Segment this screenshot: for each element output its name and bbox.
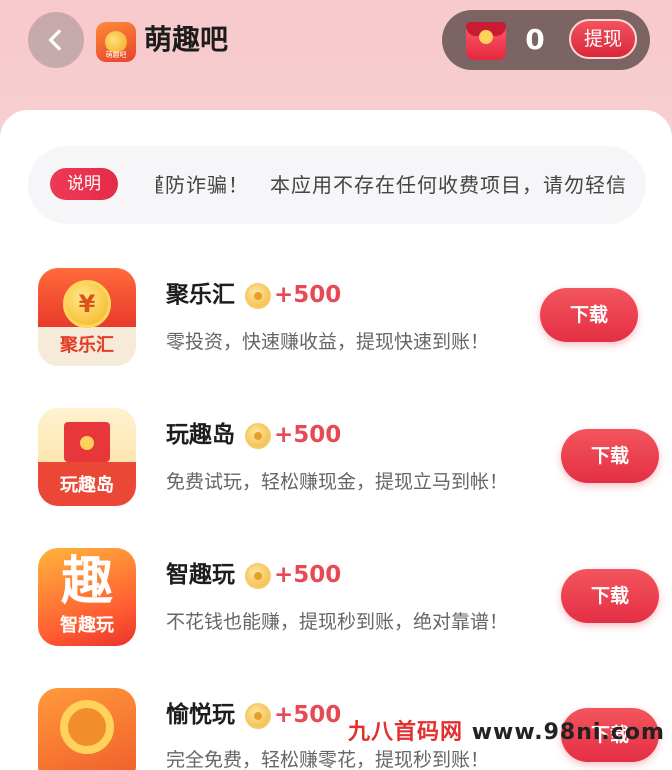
app-icon[interactable]: ¥ 聚乐汇 — [38, 268, 136, 366]
app-name: 聚乐汇 — [166, 282, 235, 308]
app-name: 玩趣岛 — [166, 422, 235, 448]
app-icon-caption: 聚乐汇 — [60, 335, 114, 356]
chevron-left-icon — [48, 29, 61, 51]
red-envelope-icon — [64, 422, 110, 462]
coin-icon — [245, 563, 271, 589]
coin-icon — [245, 423, 271, 449]
watermark-site-name: 九八首码网 — [348, 720, 464, 745]
withdraw-button[interactable]: 提现 — [569, 19, 637, 59]
notice-text: 谨防诈骗！ 本应用不存在任何收费项目，请勿轻信 — [156, 173, 627, 197]
red-envelope-icon — [466, 22, 506, 60]
notice-marquee-text: 谨防诈骗！ 本应用不存在任何收费项目，请勿轻信 — [156, 169, 646, 201]
download-button[interactable]: 下载 — [561, 429, 659, 483]
app-icon[interactable]: 趣 智趣玩 — [38, 548, 136, 646]
notice-badge: 说明 — [50, 168, 118, 200]
reward-amount: +500 — [274, 562, 342, 588]
coin-icon — [245, 283, 271, 309]
app-logo: 萌趣吧 — [96, 22, 136, 62]
download-button[interactable]: 下载 — [540, 288, 638, 342]
page-title: 萌趣吧 — [144, 23, 229, 56]
reward-amount: +500 — [274, 282, 342, 308]
back-button[interactable] — [28, 12, 84, 68]
app-icon[interactable]: 玩趣岛 — [38, 408, 136, 506]
app-icon-caption: 玩趣岛 — [60, 475, 114, 496]
balance-value: 0 — [525, 23, 545, 56]
play-ring-icon — [60, 700, 114, 754]
app-name: 智趣玩 — [166, 562, 235, 588]
watermark-url: www.98ni.com — [471, 720, 665, 745]
coin-icon — [245, 703, 271, 729]
app-logo-label: 萌趣吧 — [105, 51, 127, 59]
download-button[interactable]: 下载 — [561, 569, 659, 623]
reward-amount: +500 — [274, 422, 342, 448]
watermark: 九八首码网 www.98ni.com — [348, 718, 665, 748]
app-icon-caption: 智趣玩 — [60, 615, 114, 636]
app-icon-glyph: 趣 — [60, 552, 113, 612]
list-item: 趣 智趣玩 智趣玩 +500 不花钱也能赚，提现秒到账，绝对靠谱！ 下载 — [0, 542, 672, 672]
notice-bar: 说明 谨防诈骗！ 本应用不存在任何收费项目，请勿轻信 — [28, 146, 646, 224]
app-description: 零投资，快速赚收益，提现快速到账！ — [166, 331, 490, 353]
app-name: 愉悦玩 — [166, 702, 235, 728]
list-item: 玩趣岛 玩趣岛 +500 免费试玩，轻松赚现金，提现立马到帐！ 下载 — [0, 402, 672, 532]
app-description: 免费试玩，轻松赚现金，提现立马到帐！ — [166, 471, 509, 493]
app-icon[interactable] — [38, 688, 136, 770]
top-bar: 萌趣吧 萌趣吧 0 提现 — [0, 0, 672, 110]
yuan-coin-icon: ¥ — [63, 280, 111, 328]
app-description: 不花钱也能赚，提现秒到账，绝对靠谱！ — [166, 611, 509, 633]
app-description: 完全免费，轻松赚零花，提现秒到账！ — [166, 749, 490, 770]
reward-amount: +500 — [274, 702, 342, 728]
list-item: ¥ 聚乐汇 聚乐汇 +500 零投资，快速赚收益，提现快速到账！ 下载 — [0, 262, 672, 392]
